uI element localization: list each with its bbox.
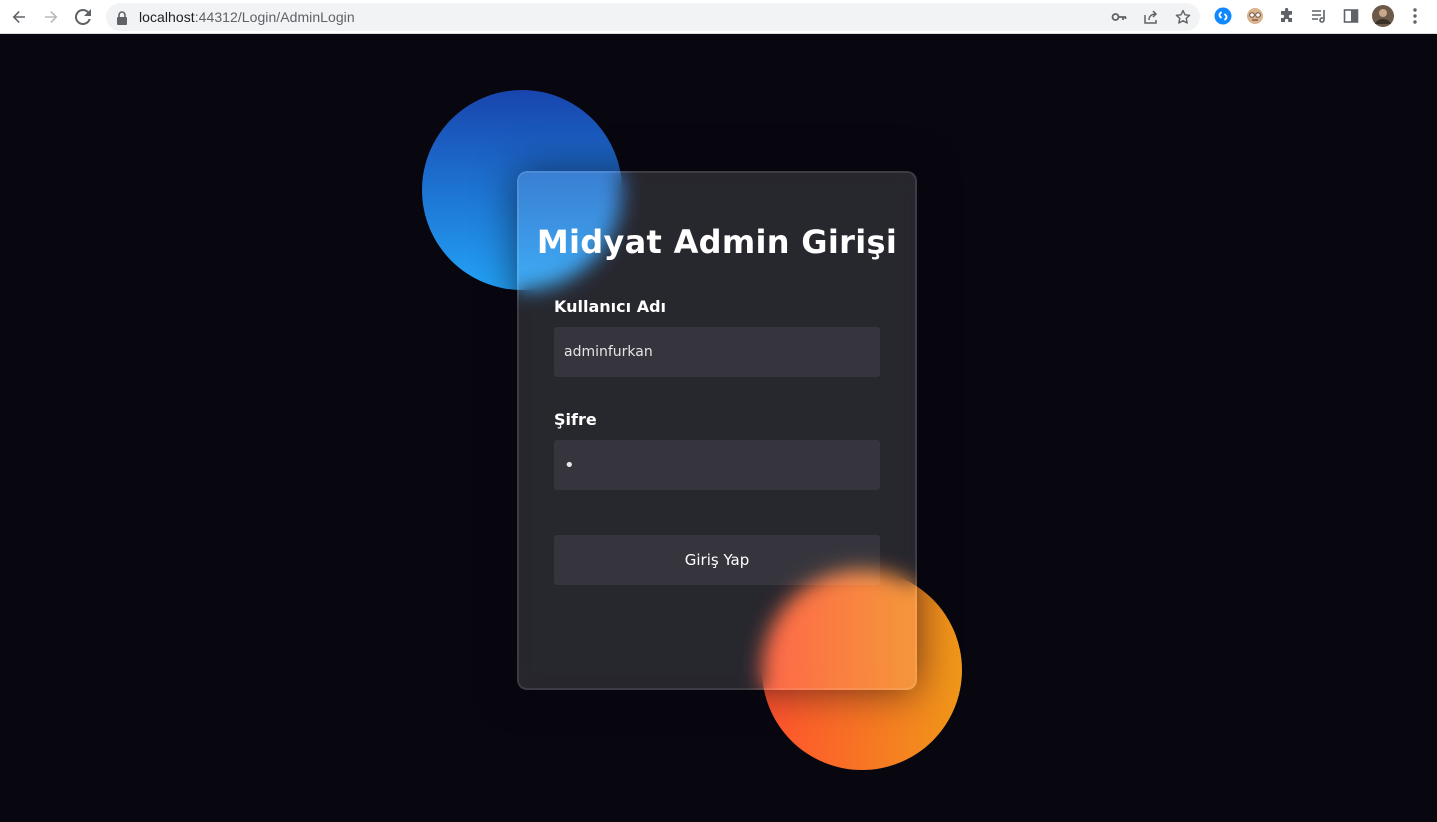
- admin-login-form: Midyat Admin Girişi Kullanıcı Adı Şifre …: [517, 171, 917, 690]
- login-submit-button[interactable]: Giriş Yap: [554, 535, 880, 585]
- star-icon[interactable]: [1174, 8, 1192, 26]
- url-path: :44312/Login/AdminLogin: [194, 9, 355, 25]
- address-bar[interactable]: localhost:44312/Login/AdminLogin: [106, 3, 1200, 31]
- username-input[interactable]: [554, 327, 880, 377]
- password-label: Şifre: [554, 410, 597, 429]
- password-input[interactable]: [554, 440, 880, 490]
- share-icon[interactable]: [1142, 8, 1160, 26]
- page-title: Midyat Admin Girişi: [536, 223, 898, 261]
- username-label: Kullanıcı Adı: [554, 297, 667, 316]
- puzzle-extensions-icon[interactable]: [1276, 5, 1298, 27]
- menu-kebab-icon[interactable]: [1404, 5, 1426, 27]
- back-icon[interactable]: [7, 5, 31, 29]
- key-icon[interactable]: [1110, 8, 1128, 26]
- forward-icon[interactable]: [39, 5, 63, 29]
- lock-icon[interactable]: [116, 10, 128, 25]
- side-panel-icon[interactable]: [1340, 5, 1362, 27]
- shazam-extension-icon[interactable]: [1212, 5, 1234, 27]
- browser-toolbar: localhost:44312/Login/AdminLogin: [0, 0, 1437, 34]
- profile-avatar[interactable]: [1372, 5, 1394, 27]
- reload-icon[interactable]: [71, 5, 95, 29]
- page-background: Midyat Admin Girişi Kullanıcı Adı Şifre …: [0, 35, 1437, 822]
- url-text[interactable]: localhost:44312/Login/AdminLogin: [139, 9, 355, 25]
- reading-list-icon[interactable]: [1308, 5, 1330, 27]
- mascot-extension-icon[interactable]: [1244, 5, 1266, 27]
- url-host: localhost: [139, 9, 195, 25]
